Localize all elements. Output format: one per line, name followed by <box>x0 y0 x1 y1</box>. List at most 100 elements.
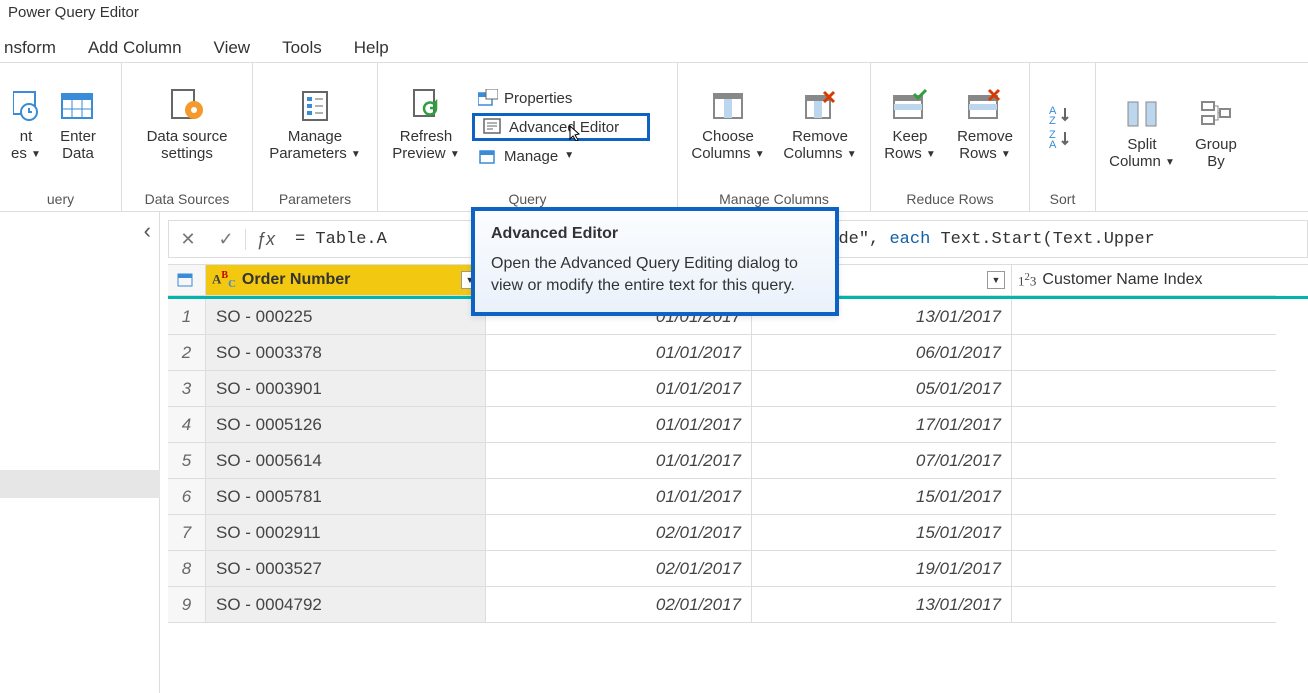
enter-data-button[interactable]: EnterData <box>50 86 106 168</box>
row-number: 3 <box>168 371 206 407</box>
menu-view[interactable]: View <box>214 38 251 58</box>
table-row[interactable]: 6SO - 000578101/01/201715/01/2017 <box>168 479 1308 515</box>
cell-date-2[interactable]: 05/01/2017 <box>752 371 1012 407</box>
ribbon: ntes ▼ EnterData uery Data sourcesetting… <box>0 62 1308 212</box>
cell-customer-index[interactable] <box>1012 371 1276 407</box>
cell-order-number[interactable]: SO - 000225 <box>206 299 486 335</box>
column-header-customer-name-index[interactable]: 123 Customer Name Index <box>1012 265 1276 296</box>
properties-button[interactable]: Properties <box>472 87 650 109</box>
cell-date-2[interactable]: 06/01/2017 <box>752 335 1012 371</box>
table-row[interactable]: 9SO - 000479202/01/201713/01/2017 <box>168 587 1308 623</box>
choose-columns-button[interactable]: ChooseColumns ▼ <box>684 86 772 168</box>
cell-date-1[interactable]: 02/01/2017 <box>486 515 752 551</box>
advanced-editor-button[interactable]: Advanced Editor <box>472 113 650 141</box>
remove-rows-button[interactable]: RemoveRows ▼ <box>947 86 1023 168</box>
group-label-sort: Sort <box>1036 189 1089 211</box>
commit-formula-button[interactable]: ✓ <box>207 229 245 250</box>
sort-desc-icon: ZA <box>1049 128 1077 150</box>
split-column-icon <box>1124 96 1160 132</box>
choose-columns-icon <box>710 88 746 124</box>
table-row[interactable]: 7SO - 000291102/01/201715/01/2017 <box>168 515 1308 551</box>
menu-help[interactable]: Help <box>354 38 389 58</box>
cell-date-2[interactable]: 15/01/2017 <box>752 479 1012 515</box>
menu-transform[interactable]: nsform <box>4 38 56 58</box>
cell-date-1[interactable]: 02/01/2017 <box>486 551 752 587</box>
split-column-button[interactable]: SplitColumn ▼ <box>1102 94 1182 176</box>
column-header-order-number[interactable]: ABC Order Number ▼ <box>206 265 486 296</box>
collapse-queries-button[interactable]: ‹ <box>136 212 159 250</box>
cell-order-number[interactable]: SO - 0002911 <box>206 515 486 551</box>
cell-customer-index[interactable] <box>1012 335 1276 371</box>
cell-date-1[interactable]: 01/01/2017 <box>486 335 752 371</box>
cancel-formula-button[interactable]: ✕ <box>169 229 207 250</box>
table-row[interactable]: 2SO - 000337801/01/201706/01/2017 <box>168 335 1308 371</box>
keep-rows-button[interactable]: KeepRows ▼ <box>877 86 943 168</box>
cell-date-1[interactable]: 01/01/2017 <box>486 479 752 515</box>
cell-customer-index[interactable] <box>1012 299 1276 335</box>
cell-date-1[interactable]: 01/01/2017 <box>486 371 752 407</box>
menu-tools[interactable]: Tools <box>282 38 322 58</box>
cell-date-1[interactable]: 01/01/2017 <box>486 407 752 443</box>
cell-order-number[interactable]: SO - 0005781 <box>206 479 486 515</box>
cell-customer-index[interactable] <box>1012 587 1276 623</box>
cell-date-2[interactable]: 07/01/2017 <box>752 443 1012 479</box>
tooltip-body: Open the Advanced Query Editing dialog t… <box>491 253 819 296</box>
group-label-new-query: uery <box>6 189 115 211</box>
cell-date-2[interactable]: 13/01/2017 <box>752 587 1012 623</box>
filter-icon[interactable]: ▼ <box>987 271 1005 289</box>
group-label-transform <box>1102 205 1246 211</box>
data-grid: ABC Order Number ▼ Date ▼ 123 Customer N… <box>168 264 1308 623</box>
window-title: Power Query Editor <box>0 0 1308 30</box>
sort-desc-button[interactable]: ZA <box>1049 128 1077 150</box>
table-row[interactable]: 8SO - 000352702/01/201719/01/2017 <box>168 551 1308 587</box>
data-source-settings-button[interactable]: Data sourcesettings <box>128 86 246 168</box>
cell-order-number[interactable]: SO - 0003901 <box>206 371 486 407</box>
row-number: 6 <box>168 479 206 515</box>
table-icon <box>60 88 96 124</box>
cell-customer-index[interactable] <box>1012 551 1276 587</box>
group-by-icon <box>1198 96 1234 132</box>
cell-customer-index[interactable] <box>1012 407 1276 443</box>
table-row[interactable]: 5SO - 000561401/01/201707/01/2017 <box>168 443 1308 479</box>
refresh-preview-button[interactable]: RefreshPreview ▼ <box>384 86 468 168</box>
tooltip-title: Advanced Editor <box>491 225 819 243</box>
remove-columns-button[interactable]: RemoveColumns ▼ <box>776 86 864 168</box>
row-number: 2 <box>168 335 206 371</box>
cell-order-number[interactable]: SO - 0005126 <box>206 407 486 443</box>
group-label-parameters: Parameters <box>259 189 371 211</box>
data-source-icon <box>168 88 206 124</box>
cell-order-number[interactable]: SO - 0003378 <box>206 335 486 371</box>
table-corner-icon <box>177 272 197 288</box>
cell-date-1[interactable]: 02/01/2017 <box>486 587 752 623</box>
row-number: 7 <box>168 515 206 551</box>
cell-date-2[interactable]: 19/01/2017 <box>752 551 1012 587</box>
table-row[interactable]: 3SO - 000390101/01/201705/01/2017 <box>168 371 1308 407</box>
manage-button[interactable]: Manage ▼ <box>472 145 650 167</box>
sort-asc-button[interactable]: AZ <box>1049 104 1077 126</box>
recent-sources-button[interactable]: ntes ▼ <box>6 86 46 168</box>
query-item[interactable] <box>0 470 160 498</box>
group-label-reduce-rows: Reduce Rows <box>877 189 1023 211</box>
cell-date-1[interactable]: 01/01/2017 <box>486 443 752 479</box>
remove-columns-icon <box>802 88 838 124</box>
parameters-icon <box>297 88 333 124</box>
group-by-button[interactable]: GroupBy <box>1186 94 1246 176</box>
row-number: 8 <box>168 551 206 587</box>
row-number: 1 <box>168 299 206 335</box>
cell-customer-index[interactable] <box>1012 443 1276 479</box>
table-row[interactable]: 4SO - 000512601/01/201717/01/2017 <box>168 407 1308 443</box>
cell-customer-index[interactable] <box>1012 479 1276 515</box>
cell-customer-index[interactable] <box>1012 515 1276 551</box>
row-number: 9 <box>168 587 206 623</box>
select-all-corner[interactable] <box>168 265 206 296</box>
group-label-data-sources: Data Sources <box>128 189 246 211</box>
manage-parameters-button[interactable]: ManageParameters ▼ <box>259 86 371 168</box>
refresh-icon <box>408 88 444 124</box>
menu-add-column[interactable]: Add Column <box>88 38 182 58</box>
cell-order-number[interactable]: SO - 0004792 <box>206 587 486 623</box>
cell-date-2[interactable]: 15/01/2017 <box>752 515 1012 551</box>
cell-date-2[interactable]: 17/01/2017 <box>752 407 1012 443</box>
cell-order-number[interactable]: SO - 0003527 <box>206 551 486 587</box>
recent-icon <box>13 88 39 124</box>
cell-order-number[interactable]: SO - 0005614 <box>206 443 486 479</box>
